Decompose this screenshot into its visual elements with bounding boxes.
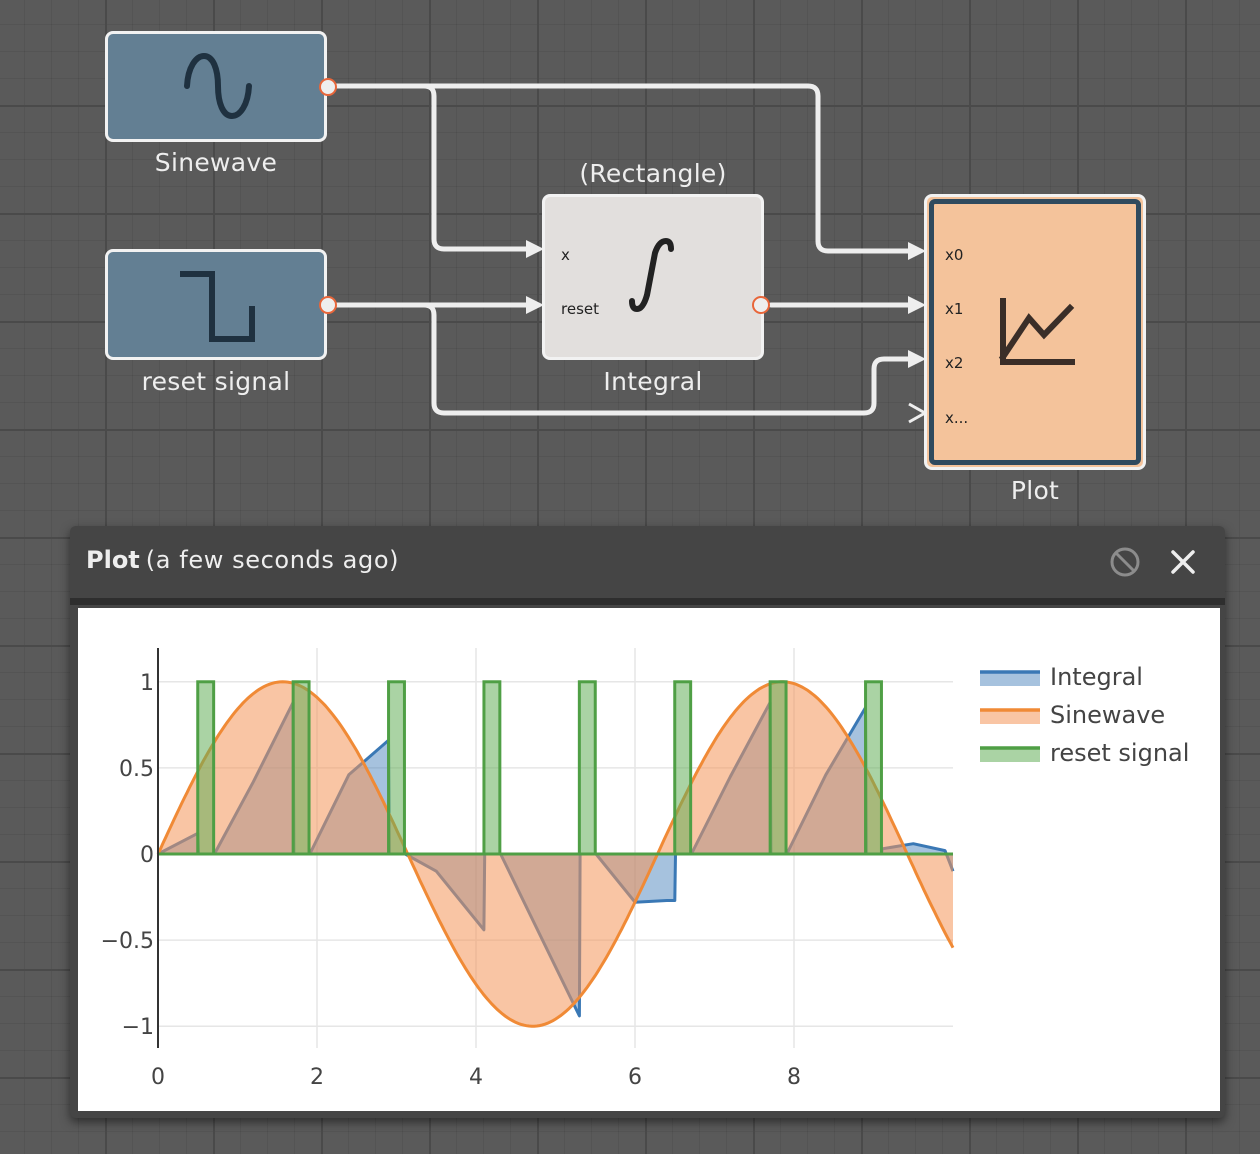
sinewave-label: Sinewave xyxy=(154,148,278,177)
reset-pulse xyxy=(387,680,406,856)
integral-output-port[interactable] xyxy=(752,296,770,314)
reset-pulse xyxy=(577,680,597,856)
reset-pulse xyxy=(196,680,216,856)
sinewave-block[interactable] xyxy=(105,31,337,142)
reset-signal-output-port[interactable] xyxy=(319,296,337,314)
y-tick-label: −0.5 xyxy=(101,929,154,954)
reset-pulse xyxy=(482,680,502,856)
x-tick-label: 2 xyxy=(310,1065,324,1090)
reset-signal-label: reset signal xyxy=(141,367,291,396)
close-icon xyxy=(1171,550,1195,574)
reset-pulse xyxy=(768,680,788,856)
y-tick-label: 0.5 xyxy=(119,757,154,782)
x-tick-label: 4 xyxy=(469,1065,483,1090)
plot-window[interactable]: Plot (a few seconds ago) 0 2 4 6 8 1 0.5 0 −0.5 −1… xyxy=(70,526,1225,1118)
reset-pulse xyxy=(673,680,693,856)
reset-signal-block[interactable] xyxy=(105,249,337,360)
reset-pulse xyxy=(864,680,883,856)
square-wave-icon xyxy=(180,271,255,342)
legend-swatch xyxy=(980,672,1040,686)
x-tick-label: 6 xyxy=(628,1065,642,1090)
y-tick-label: −1 xyxy=(122,1015,154,1040)
plot-window-title-name: Plot xyxy=(86,546,140,574)
disable-button[interactable] xyxy=(1108,545,1142,579)
open-arrow-icon xyxy=(908,402,929,424)
legend-label: reset signal xyxy=(1050,739,1189,767)
integral-icon xyxy=(629,237,674,313)
chart-series xyxy=(156,680,955,1028)
plot-window-title: Plot (a few seconds ago) xyxy=(86,546,399,574)
integral-caption: (Rectangle) xyxy=(579,159,727,188)
plot-window-header[interactable]: Plot (a few seconds ago) xyxy=(70,526,1225,598)
legend-swatch xyxy=(980,710,1040,724)
plot-label: Plot xyxy=(1010,476,1060,505)
x-tick-label: 0 xyxy=(151,1065,165,1090)
line-chart-icon xyxy=(998,298,1075,365)
integral-block[interactable]: x reset xyxy=(542,194,770,360)
chart-legend: Integral Sinewave reset signal xyxy=(980,663,1189,767)
legend-swatch xyxy=(980,748,1040,762)
plot-block[interactable]: x0 x1 x2 x... xyxy=(924,194,1146,470)
plot-window-timestamp: (a few seconds ago) xyxy=(145,546,400,574)
prohibit-icon xyxy=(1110,547,1140,577)
header-divider xyxy=(70,598,1225,605)
legend-label: Sinewave xyxy=(1050,701,1165,729)
y-tick-label: 1 xyxy=(140,671,154,696)
x-tick-label: 8 xyxy=(787,1065,801,1090)
chart[interactable]: 0 2 4 6 8 1 0.5 0 −0.5 −1 Integral Sinewave reset s… xyxy=(78,608,1220,1111)
sine-icon xyxy=(184,52,252,120)
plot-area[interactable]: 0 2 4 6 8 1 0.5 0 −0.5 −1 Integral Sinewave reset s… xyxy=(78,608,1220,1111)
legend-label: Integral xyxy=(1050,663,1143,691)
integral-label: Integral xyxy=(603,367,703,396)
block-diagram-canvas[interactable]: Sinewave reset signal (Rectangle) x rese… xyxy=(0,0,1260,520)
close-button[interactable] xyxy=(1166,545,1200,579)
reset-pulse xyxy=(291,680,311,856)
sinewave-output-port[interactable] xyxy=(319,78,337,96)
y-tick-label: 0 xyxy=(140,843,154,868)
wire-sinewave-to-integral-x xyxy=(421,83,540,252)
